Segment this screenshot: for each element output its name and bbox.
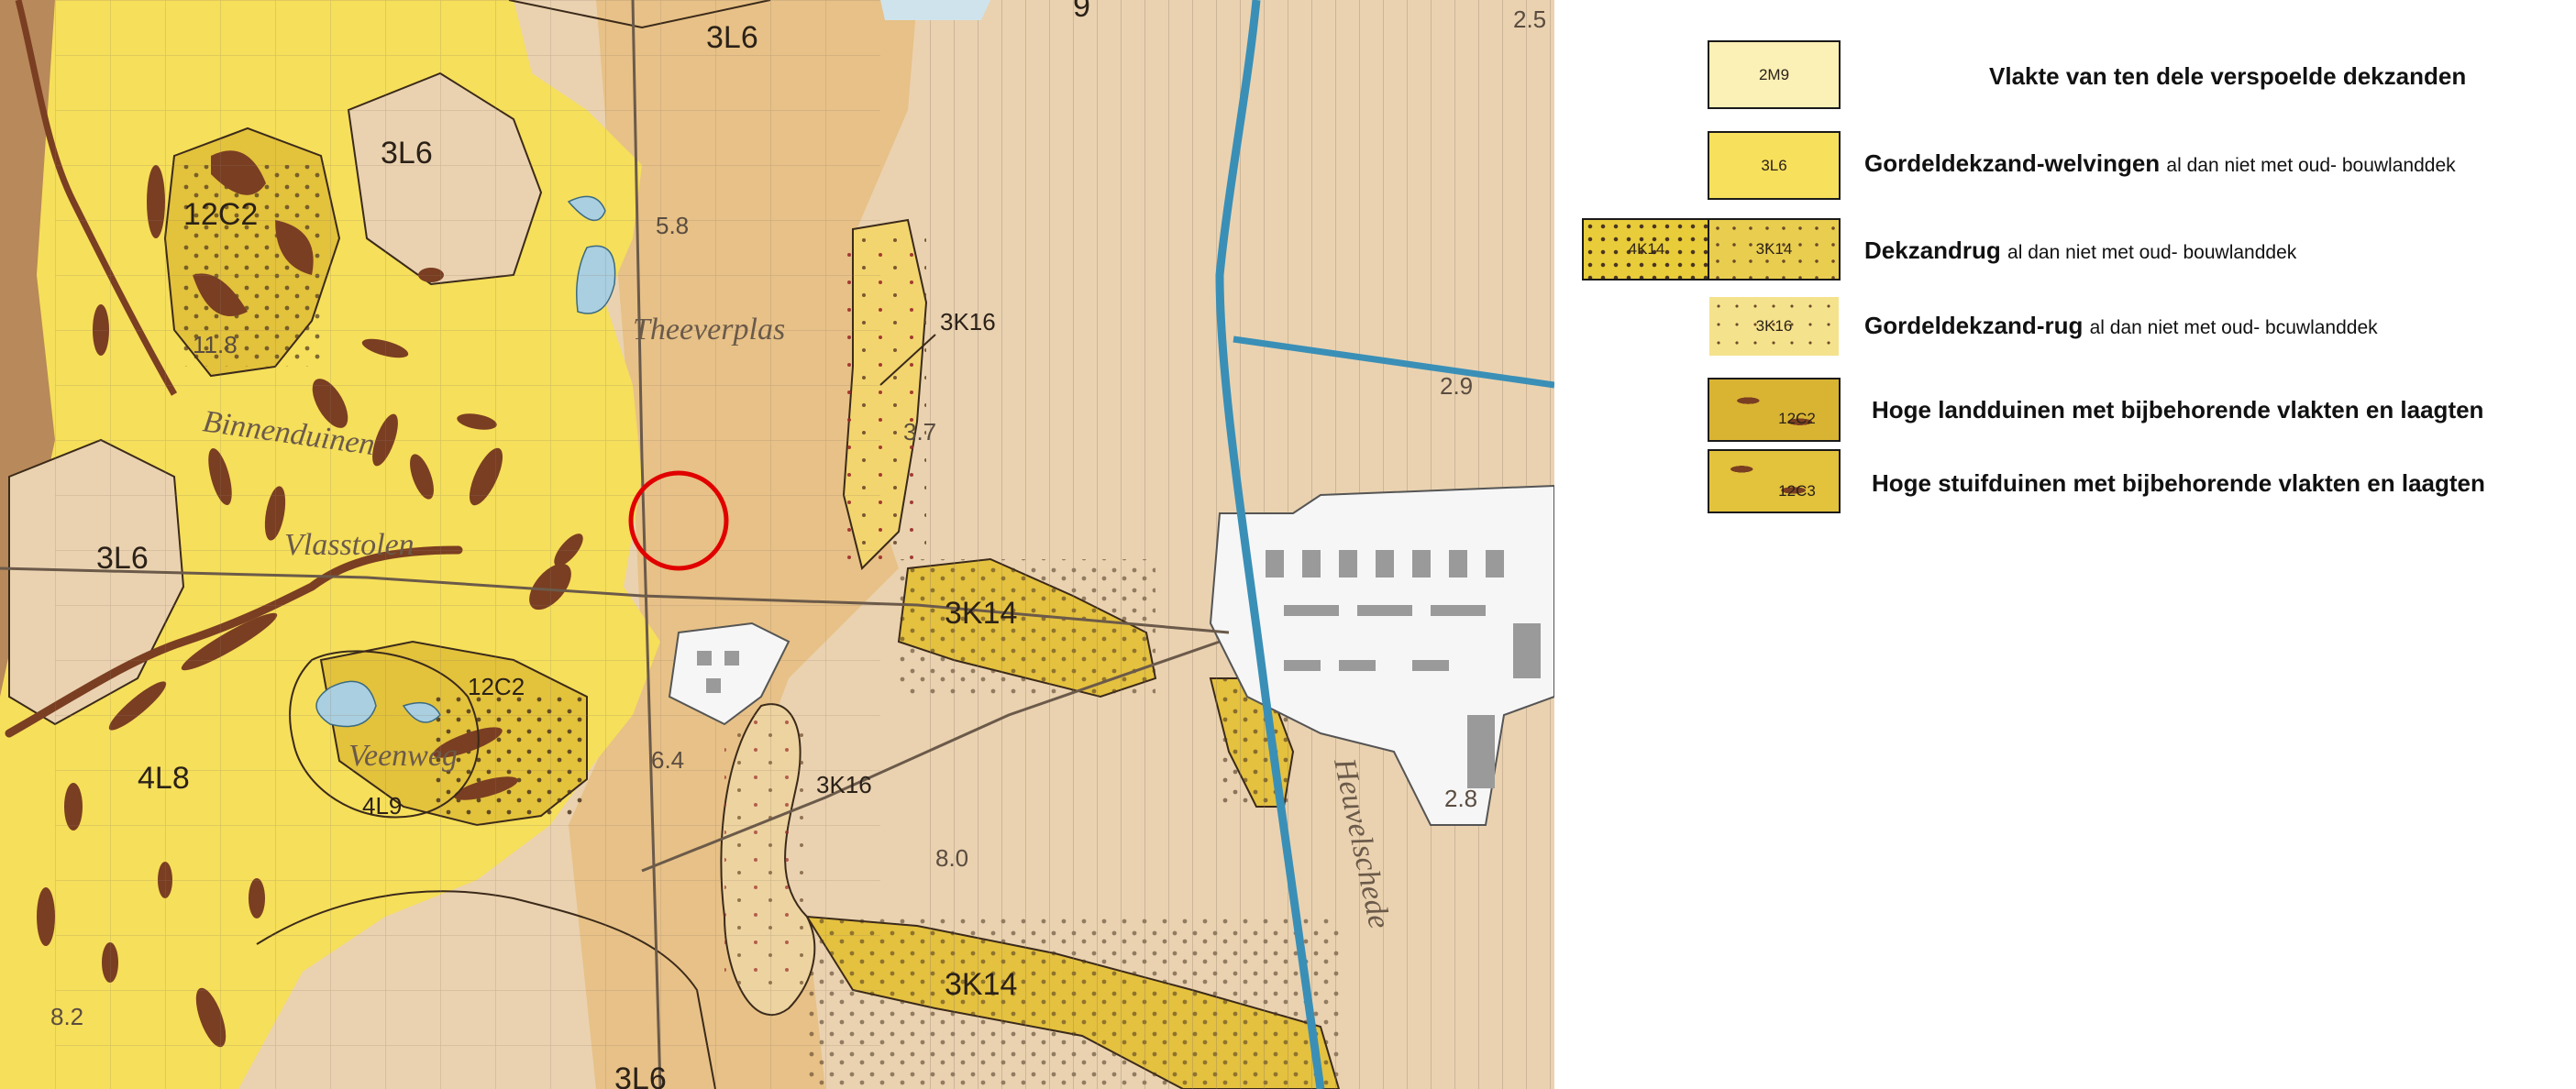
spot-height: 2.8 <box>1444 785 1477 812</box>
soil-map: 3L6 3L6 3L6 3L6 12C2 12C2 3K16 3K16 3K14… <box>0 0 1554 1089</box>
legend-title: Hoge stuifduinen met bijbehorende vlakte… <box>1872 469 2485 497</box>
legend-label-3l6: Gordeldekzand-welvingen al dan niet met … <box>1864 149 2456 178</box>
legend-swatch-code: 12C2 <box>1778 410 1816 427</box>
place-name: Vlasstolen <box>284 528 415 562</box>
spot-height: 3.7 <box>903 418 936 446</box>
place-name: Veenweg <box>348 739 458 773</box>
spot-height: 6.4 <box>651 746 684 774</box>
unit-label: 3K14 <box>945 596 1017 631</box>
legend-swatch-code: 3K14 <box>1755 240 1793 258</box>
legend-swatch-4k14: 4K14 <box>1582 218 1711 280</box>
legend-rest: al dan niet met oud- bcuwlanddek <box>2089 317 2378 338</box>
legend-title: Gordeldekzand-welvingen <box>1864 149 2161 177</box>
legend-swatch-code: 3L6 <box>1761 156 1787 174</box>
place-name: Theeverplas <box>633 313 785 346</box>
legend-swatch-code: 2M9 <box>1758 65 1790 83</box>
unit-label: 12C2 <box>183 197 258 232</box>
canal-top-fill <box>880 0 990 20</box>
legend: 2M9 Vlakte van ten dele verspoelde dekza… <box>1554 0 2576 1089</box>
unit-label: 4L9 <box>362 792 402 820</box>
legend-title: Hoge landduinen met bijbehorende vlakten… <box>1872 396 2484 424</box>
legend-label-3k16: Gordeldekzand-rug al dan niet met oud- b… <box>1864 312 2378 340</box>
spot-height: 11.8 <box>193 331 238 358</box>
unit-label: 12C2 <box>468 673 525 700</box>
legend-swatch-12c3: 12C3 <box>1708 449 1841 513</box>
legend-label-12c3: Hoge stuifduinen met bijbehorende vlakte… <box>1872 469 2485 498</box>
legend-swatch-code: 3K16 <box>1755 317 1793 335</box>
legend-label-2m9: Vlakte van ten dele verspoelde dekzanden <box>1989 62 2466 91</box>
unit-label: 3K16 <box>816 771 872 798</box>
unit-label: 3L6 <box>706 20 758 55</box>
legend-swatch-code: 4K14 <box>1628 240 1665 258</box>
unit-label: 3L6 <box>96 541 149 576</box>
unit-label: 4L8 <box>138 761 190 796</box>
legend-swatch-code: 12C3 <box>1778 482 1816 500</box>
water-letter: 9 <box>1073 0 1090 24</box>
legend-swatch-3k16: 3K16 <box>1708 295 1841 358</box>
spot-height: 2.9 <box>1440 372 1473 400</box>
legend-title: Gordeldekzand-rug <box>1864 312 2084 339</box>
unit-label: 3L6 <box>381 136 433 170</box>
legend-swatch-2m9: 2M9 <box>1708 40 1841 109</box>
legend-label-12c2: Hoge landduinen met bijbehorende vlakten… <box>1872 396 2483 424</box>
legend-title: Dekzandrug <box>1864 236 2001 264</box>
legend-rest: al dan niet met oud- bouwlanddek <box>2166 155 2456 176</box>
legend-label-dekzandrug: Dekzandrug al dan niet met oud- bouwland… <box>1864 236 2296 265</box>
unit-label: 3L6 <box>614 1062 667 1089</box>
unit-label: 3K16 <box>940 308 996 336</box>
spot-height: 5.8 <box>656 212 689 239</box>
legend-swatch-3k14: 3K14 <box>1708 218 1841 280</box>
legend-title: Vlakte van ten dele verspoelde dekzanden <box>1989 62 2467 90</box>
legend-rest: al dan niet met oud- bouwlanddek <box>2007 242 2297 263</box>
legend-swatch-3l6: 3L6 <box>1708 131 1841 200</box>
spot-height: 8.2 <box>50 1003 83 1030</box>
unit-label: 3K14 <box>945 967 1017 1002</box>
spot-height: 8.0 <box>935 844 968 872</box>
legend-swatch-12c2: 12C2 <box>1708 378 1841 442</box>
field-grid-west <box>55 0 880 1089</box>
spot-height: 2.5 <box>1513 6 1546 33</box>
